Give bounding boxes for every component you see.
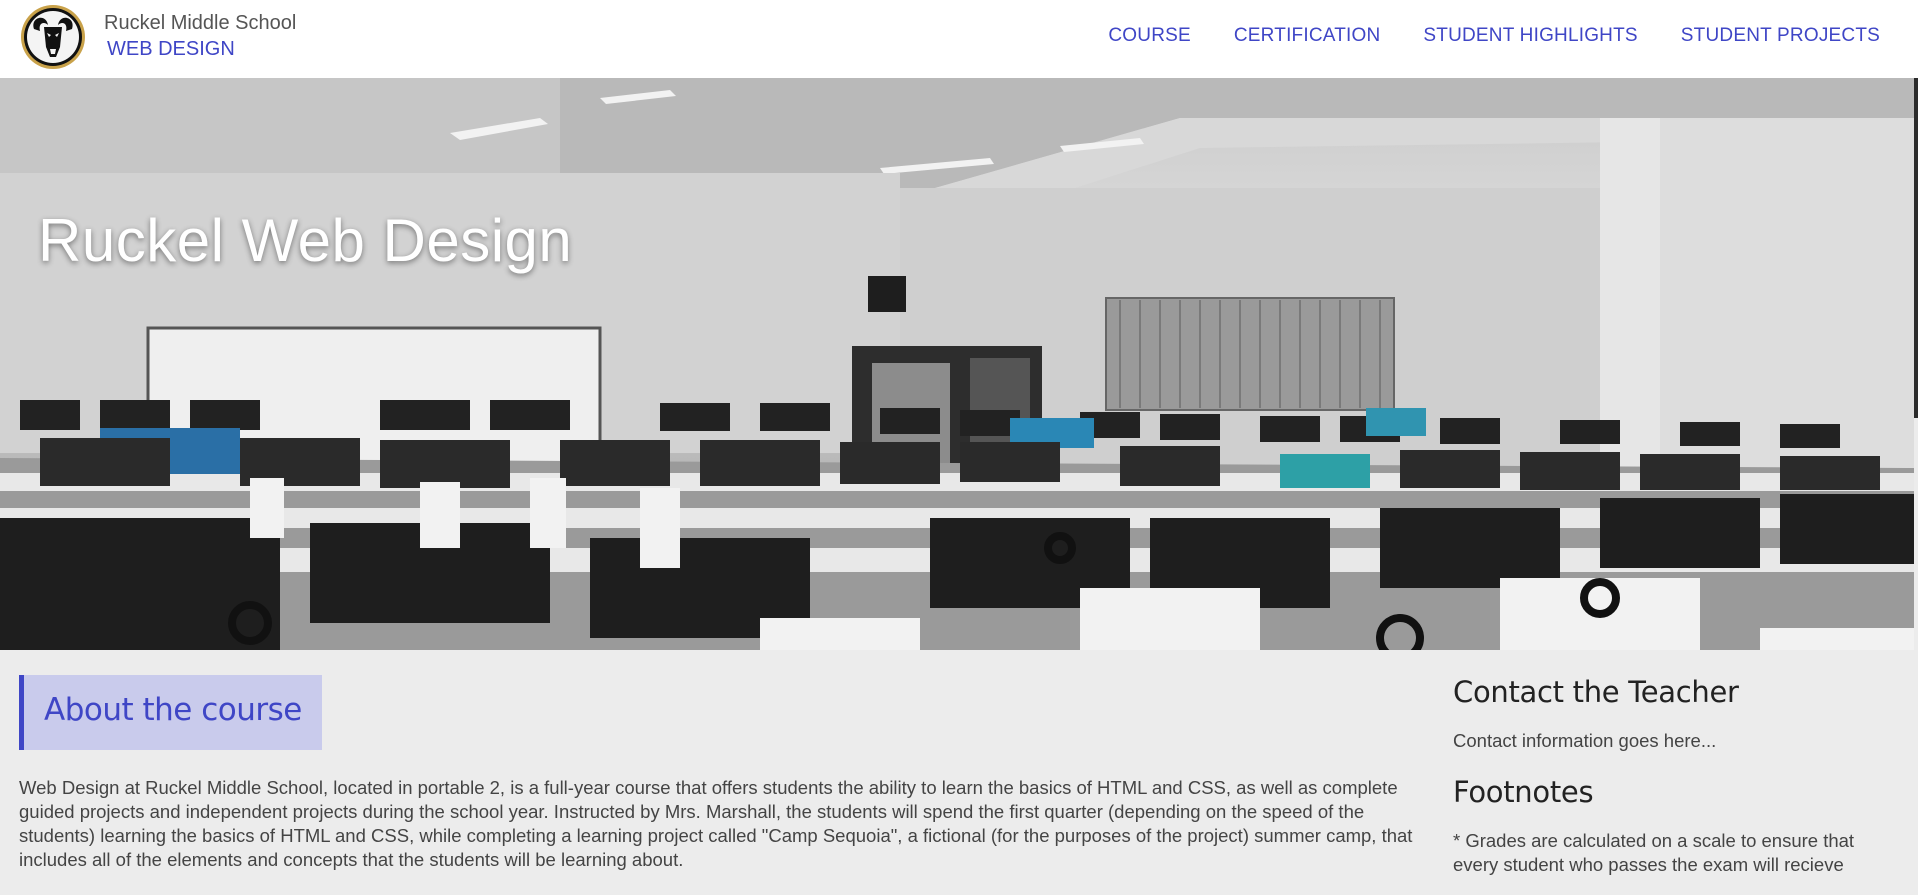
main-nav: COURSE CERTIFICATION STUDENT HIGHLIGHTS … (1108, 25, 1880, 47)
nav-student-highlights[interactable]: STUDENT HIGHLIGHTS (1423, 25, 1637, 47)
hero-banner: Ruckel Web Design (0, 78, 1914, 650)
about-heading: About the course (44, 692, 302, 728)
page-scrollbar[interactable] (1914, 78, 1918, 418)
sidebar: Contact the Teacher Contact information … (1453, 675, 1893, 877)
nav-student-projects[interactable]: STUDENT PROJECTS (1681, 25, 1880, 47)
nav-course[interactable]: COURSE (1108, 25, 1191, 47)
about-heading-box: About the course (19, 675, 322, 750)
contact-text: Contact information goes here... (1453, 730, 1717, 751)
about-section: About the course Web Design at Ruckel Mi… (19, 675, 1419, 872)
site-brand[interactable]: Ruckel Middle School WEB DESIGN (104, 12, 296, 61)
contact-heading: Contact the Teacher (1453, 675, 1739, 709)
footnotes-heading: Footnotes (1453, 775, 1594, 809)
nav-certification[interactable]: CERTIFICATION (1234, 25, 1381, 47)
footnote-text: * Grades are calculated on a scale to en… (1453, 830, 1855, 875)
site-header: Ruckel Middle School WEB DESIGN COURSE C… (0, 0, 1918, 78)
course-name: WEB DESIGN (107, 38, 235, 60)
hero-title: Ruckel Web Design (38, 207, 573, 274)
about-text: Web Design at Ruckel Middle School, loca… (19, 777, 1413, 870)
school-name: Ruckel Middle School (104, 12, 297, 34)
computer-lab-photo (0, 78, 1914, 650)
school-ram-logo-icon[interactable] (20, 3, 86, 71)
